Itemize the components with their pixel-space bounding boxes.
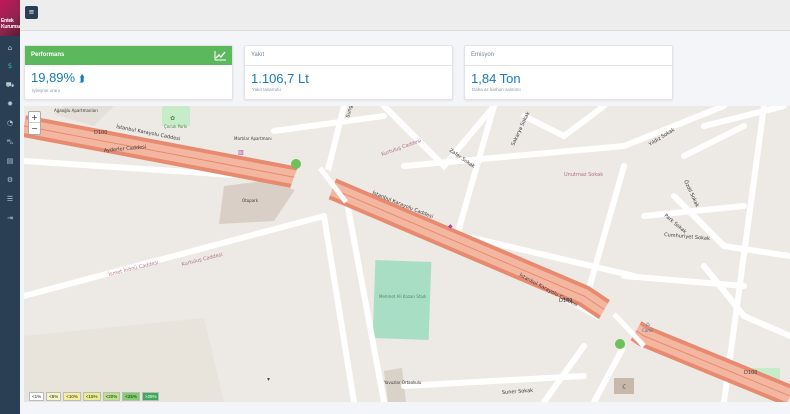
zoom-control: + −	[28, 111, 41, 135]
fuel-card: Yakıt 1.106,7 Lt Yakıt tasarrufu	[244, 45, 453, 100]
menu-toggle-button[interactable]: ≡	[25, 6, 38, 19]
d100-label-2: D100	[559, 298, 572, 304]
legend-item-5: <20%	[102, 392, 121, 401]
performance-subtitle: İyileşme oranı	[32, 88, 61, 93]
logout-icon[interactable]: ⇥	[3, 212, 17, 224]
emission-card: Emisyon 1,84 Ton Daha az karbon salınımı	[464, 45, 673, 100]
bar-chart-icon[interactable]: ▤	[3, 155, 17, 167]
parking-label: Otopark	[242, 198, 259, 203]
logo[interactable]: Entek Kurumsal	[0, 0, 20, 36]
shop-icon: ◆	[448, 223, 453, 230]
d100-label: D100	[94, 130, 107, 136]
legend-item-6: <25%	[122, 392, 140, 401]
performance-card-title: Performans	[31, 52, 65, 58]
map-canvas[interactable]: İstanbul Karayolu Caddesi Ayderler Cadde…	[24, 106, 790, 402]
building-label: Martılar Apartmanı	[234, 136, 272, 141]
truck-icon[interactable]: ⛍	[3, 136, 17, 148]
childrens-park	[162, 106, 190, 126]
logo-text: Entek Kurumsal	[1, 18, 20, 30]
legend-item-7: >25%	[141, 392, 160, 401]
car-icon[interactable]: ⛟	[3, 79, 17, 91]
emission-value: 1,84 Ton	[471, 71, 521, 86]
performance-card-header: Performans	[25, 46, 232, 65]
zoom-in-button[interactable]: +	[29, 112, 40, 123]
cogs-icon[interactable]: ⚙	[3, 174, 17, 186]
building-icon: ▥	[238, 149, 244, 156]
arrow-up-icon: ⮭	[78, 74, 85, 85]
stadium-field	[372, 260, 432, 340]
legend-item-1: <1%	[29, 392, 45, 401]
d100-label-3: D100	[744, 370, 757, 376]
emission-subtitle: Daha az karbon salınımı	[472, 87, 521, 92]
top-bar: ≡	[20, 0, 790, 31]
playground-icon: ✿	[170, 115, 175, 122]
sidebar: Entek Kurumsal ⌂ $ ⛟ ✹ ◔ ⛍ ▤ ⚙ ☰ ⇥	[0, 0, 20, 414]
zoom-out-button[interactable]: −	[29, 123, 40, 134]
performance-card: Performans 19,89% ⮭ İyileşme oranı	[24, 45, 233, 100]
building-label-2: Ağaoğlu Apartmanları	[54, 108, 98, 113]
map[interactable]: İstanbul Karayolu Caddesi Ayderler Cadde…	[24, 106, 790, 402]
fuel-card-title: Yakıt	[245, 46, 452, 66]
emission-card-title: Emisyon	[465, 46, 672, 66]
cart-icon: ▾	[267, 376, 270, 383]
legend: <1% <5% <10% <15% <20% <25% >25%	[29, 392, 160, 401]
legend-item-3: <10%	[63, 392, 81, 401]
list-icon[interactable]: ☰	[3, 193, 17, 205]
legend-item-2: <5%	[46, 392, 62, 401]
home-icon[interactable]: ⌂	[3, 42, 17, 54]
fuel-subtitle: Yakıt tasarrufu	[252, 87, 281, 92]
legend-item-4: <15%	[82, 392, 101, 401]
stadium-label: Mehmet Ali Kazan Stadı	[379, 294, 426, 299]
school-label: Yavuzlar Ortaokulu	[383, 380, 422, 385]
fuel-value: 1.106,7 Lt	[251, 71, 309, 86]
mosque-label: Camii	[642, 328, 653, 333]
dollar-icon[interactable]: $	[3, 60, 17, 72]
performance-value-text: 19,89%	[31, 70, 76, 85]
performance-value: 19,89% ⮭	[25, 71, 232, 87]
map-marker-green[interactable]	[291, 159, 301, 169]
park-label: Çocuk Parkı	[164, 124, 187, 129]
gauge-icon[interactable]: ◔	[3, 117, 17, 129]
line-chart-icon	[214, 51, 226, 61]
mosque-dome-icon: ⌂	[646, 321, 650, 328]
road-label-11: Unutmaz Sokak	[564, 172, 603, 178]
mosque-icon: ☾	[622, 383, 628, 391]
settings-icon[interactable]: ✹	[3, 98, 17, 110]
map-marker-green-2[interactable]	[615, 339, 625, 349]
